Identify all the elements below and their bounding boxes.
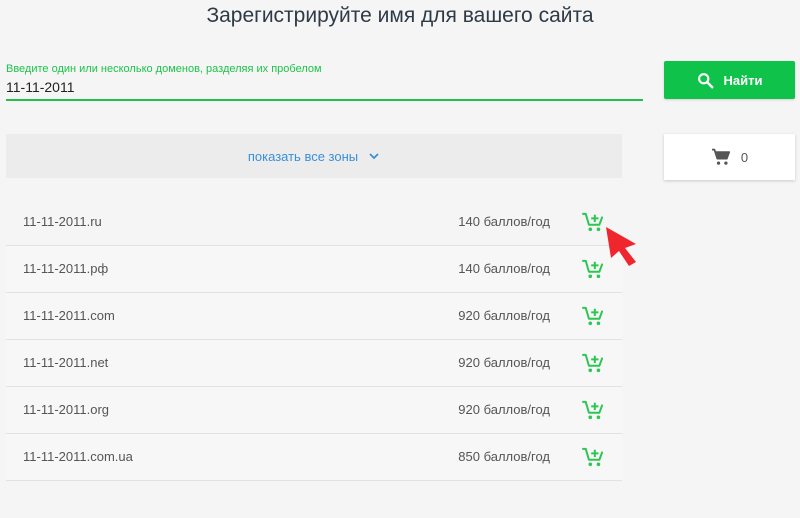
chevron-down-icon bbox=[369, 153, 379, 160]
search-icon bbox=[697, 72, 713, 88]
domain-name: 11-11-2011.com.ua bbox=[23, 449, 133, 464]
page-title: Зарегистрируйте имя для вашего сайта bbox=[206, 4, 594, 27]
domain-price: 920 баллов/год bbox=[458, 355, 550, 370]
search-label: Введите один или несколько доменов, разд… bbox=[6, 63, 322, 75]
domain-name: 11-11-2011.org bbox=[23, 402, 110, 417]
add-to-cart-icon[interactable] bbox=[582, 259, 604, 279]
show-all-zones-label: показать все зоны bbox=[247, 148, 359, 164]
add-to-cart-icon[interactable] bbox=[582, 353, 604, 373]
domain-row: 11-11-2011.рф 140 баллов/год bbox=[6, 246, 622, 293]
domain-row: 11-11-2011.com 920 баллов/год bbox=[6, 293, 622, 340]
add-to-cart-icon[interactable] bbox=[582, 306, 604, 326]
add-to-cart-icon[interactable] bbox=[582, 400, 604, 420]
domain-price: 920 баллов/год bbox=[458, 402, 550, 417]
domain-row: 11-11-2011.org 920 баллов/год bbox=[6, 387, 622, 434]
domain-row: 11-11-2011.com.ua 850 баллов/год bbox=[6, 434, 622, 481]
show-all-zones-toggle[interactable]: показать все зоны bbox=[6, 134, 622, 178]
domain-row: 11-11-2011.net 920 баллов/год bbox=[6, 340, 622, 387]
search-input[interactable] bbox=[6, 77, 643, 97]
domain-search-field[interactable]: Введите один или несколько доменов, разд… bbox=[6, 62, 643, 101]
search-button[interactable]: Найти bbox=[664, 61, 795, 99]
domain-name: 11-11-2011.ru bbox=[23, 214, 102, 229]
domain-row: 11-11-2011.ru 140 баллов/год bbox=[6, 199, 622, 246]
add-to-cart-icon[interactable] bbox=[582, 212, 604, 232]
domain-results-list: 11-11-2011.ru 140 баллов/год 11-11-2011.… bbox=[6, 199, 622, 481]
add-to-cart-icon[interactable] bbox=[582, 447, 604, 467]
cursor-arrow-icon bbox=[606, 227, 636, 266]
domain-name: 11-11-2011.net bbox=[23, 355, 109, 370]
cart-button[interactable]: 0 bbox=[664, 134, 795, 180]
search-button-label: Найти bbox=[723, 72, 763, 88]
domain-price: 920 баллов/год bbox=[458, 308, 550, 323]
domain-name: 11-11-2011.рф bbox=[23, 261, 109, 276]
domain-price: 140 баллов/год bbox=[458, 214, 550, 229]
cart-icon bbox=[711, 148, 730, 165]
cart-count: 0 bbox=[740, 149, 749, 165]
domain-price: 140 баллов/год bbox=[458, 261, 550, 276]
domain-price: 850 баллов/год bbox=[458, 449, 550, 464]
domain-name: 11-11-2011.com bbox=[23, 308, 115, 323]
